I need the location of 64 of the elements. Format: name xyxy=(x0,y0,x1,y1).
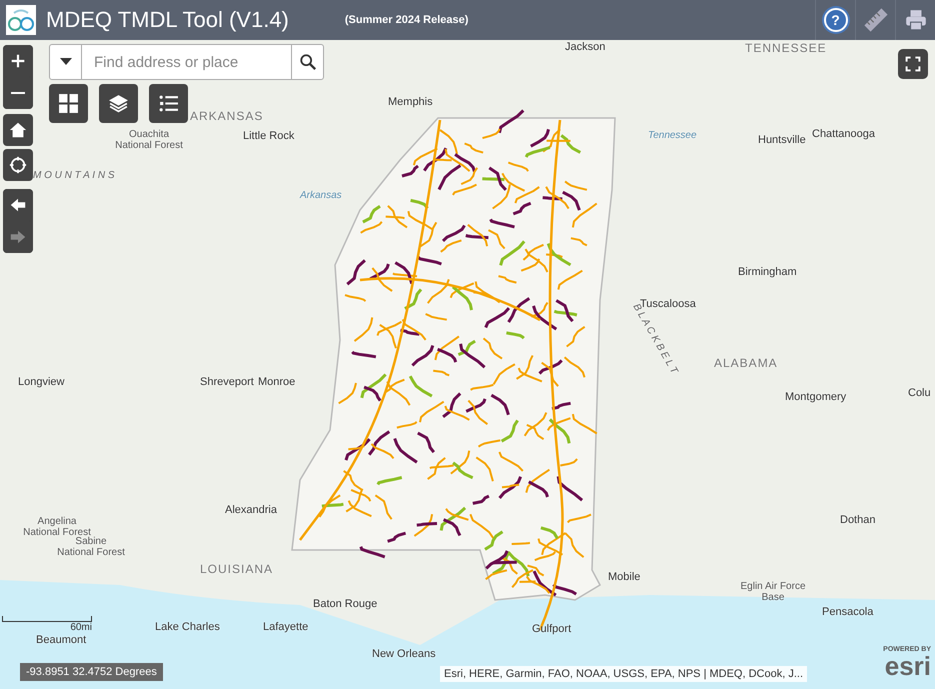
park-label: Sabine National Forest xyxy=(56,537,126,558)
state-label: TENNESSEE xyxy=(745,41,827,55)
city-label: Montgomery xyxy=(785,391,846,403)
dropdown-button[interactable] xyxy=(49,44,82,80)
help-icon: ? xyxy=(824,8,848,32)
region-label: M O U N T A I N S xyxy=(33,170,114,181)
city-label: Lake Charles xyxy=(155,621,220,633)
park-label: Angelina National Forest xyxy=(22,517,91,538)
home-button[interactable] xyxy=(3,114,33,146)
city-label: Memphis xyxy=(388,96,433,108)
city-label: Gulfport xyxy=(532,623,572,635)
river-label: Tennessee xyxy=(648,130,697,141)
basemap-gallery-button[interactable] xyxy=(49,84,88,123)
release-label: (Summer 2024 Release) xyxy=(344,14,468,26)
state-label: ARKANSAS xyxy=(190,109,264,123)
city-label: Lafayette xyxy=(263,621,308,633)
park-label: Eglin Air Force Base xyxy=(739,582,807,603)
city-label: New Orleans xyxy=(372,648,436,660)
river-label: Arkansas xyxy=(300,190,342,201)
city-label: Alexandria xyxy=(225,504,277,516)
city-label: Mobile xyxy=(608,571,640,583)
logo-icon xyxy=(6,5,36,35)
locate-button[interactable] xyxy=(3,149,33,181)
city-label: Birmingham xyxy=(738,266,797,278)
plus-icon xyxy=(9,52,27,70)
fullscreen-button[interactable] xyxy=(898,49,928,79)
minus-icon xyxy=(11,92,25,94)
arrow-right-icon xyxy=(9,228,27,246)
printer-icon xyxy=(904,8,928,32)
layers-button[interactable] xyxy=(99,84,138,123)
state-label: LOUISIANA xyxy=(200,562,274,576)
city-label: Longview xyxy=(18,376,64,388)
app-title: MDEQ TMDL Tool (V1.4) xyxy=(46,7,289,33)
city-label: Baton Rouge xyxy=(313,598,378,610)
city-label: Chattanooga xyxy=(812,128,875,140)
city-label: Shreveport xyxy=(200,376,254,388)
city-label: Colu xyxy=(908,387,931,399)
grid-icon xyxy=(58,93,79,114)
caret-icon xyxy=(60,58,72,66)
scale-bar: 60mi xyxy=(2,616,92,634)
search-icon xyxy=(298,53,316,71)
crosshair-icon xyxy=(9,156,27,174)
state-label: ALABAMA xyxy=(714,356,778,370)
fullscreen-icon xyxy=(905,56,921,72)
city-label: Dothan xyxy=(840,514,876,526)
park-label: Ouachita National Forest xyxy=(114,130,184,151)
city-label: Huntsville xyxy=(758,134,806,146)
city-label: Monroe xyxy=(258,376,296,388)
city-label: Jackson xyxy=(565,41,606,53)
home-icon xyxy=(9,121,27,139)
city-label: Little Rock xyxy=(243,130,294,142)
legend-button[interactable] xyxy=(149,84,188,123)
search-field[interactable]: Find address or place xyxy=(82,44,291,80)
esri-logo: esri xyxy=(884,653,931,679)
search-button[interactable] xyxy=(291,44,324,80)
help-button[interactable]: ? xyxy=(815,0,855,40)
city-label: Tuscaloosa xyxy=(640,298,696,310)
list-icon xyxy=(158,93,179,114)
city-label: Beaumont xyxy=(36,634,86,646)
layers-icon xyxy=(108,93,129,114)
city-label: Pensacola xyxy=(822,606,874,618)
coordinates-readout: -93.8951 32.4752 Degrees xyxy=(20,663,163,681)
arrow-left-icon xyxy=(9,196,27,214)
attribution-text: Esri, HERE, Garmin, FAO, NOAA, USGS, EPA, NPS | MDEQ, DCook, J... xyxy=(440,666,808,682)
